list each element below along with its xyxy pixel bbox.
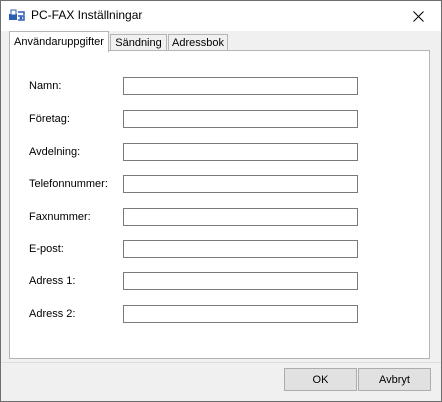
cancel-button[interactable]: Avbryt (358, 368, 431, 391)
footer-divider (1, 362, 441, 363)
close-icon (412, 10, 424, 22)
fax-label: Faxnummer: (29, 211, 91, 223)
company-input[interactable] (123, 110, 358, 128)
field-row-telefonnummer: Telefonnummer: (10, 175, 429, 195)
address1-input[interactable] (123, 272, 358, 290)
field-row-avdelning: Avdelning: (10, 143, 429, 163)
phone-input[interactable] (123, 175, 358, 193)
company-label: Företag: (29, 113, 70, 125)
tab-anvandaruppgifter[interactable]: Användaruppgifter (9, 31, 109, 52)
dialog-window: PC-FAX Inställningar Användaruppgifter S… (0, 0, 442, 402)
department-input[interactable] (123, 143, 358, 161)
field-row-faxnummer: Faxnummer: (10, 208, 429, 228)
title-bar: PC-FAX Inställningar (1, 1, 441, 31)
name-input[interactable] (123, 77, 358, 95)
field-row-adress2: Adress 2: (10, 305, 429, 325)
window-title: PC-FAX Inställningar (31, 8, 143, 22)
ok-button[interactable]: OK (284, 368, 357, 391)
email-input[interactable] (123, 240, 358, 258)
address2-label: Adress 2: (29, 308, 76, 320)
fax-input[interactable] (123, 208, 358, 226)
tab-adressbok[interactable]: Adressbok (168, 34, 228, 50)
phone-label: Telefonnummer: (29, 178, 108, 190)
department-label: Avdelning: (29, 146, 81, 158)
user-info-panel: Namn: Företag: Avdelning: Telefonnummer:… (9, 50, 430, 359)
field-row-foretag: Företag: (10, 110, 429, 130)
name-label: Namn: (29, 80, 62, 92)
pc-fax-icon (8, 7, 26, 25)
address2-input[interactable] (123, 305, 358, 323)
field-row-adress1: Adress 1: (10, 272, 429, 292)
field-row-namn: Namn: (10, 77, 429, 97)
address1-label: Adress 1: (29, 275, 76, 287)
close-button[interactable] (395, 1, 441, 31)
tab-sandning[interactable]: Sändning (110, 34, 167, 50)
email-label: E-post: (29, 243, 64, 255)
field-row-epost: E-post: (10, 240, 429, 260)
